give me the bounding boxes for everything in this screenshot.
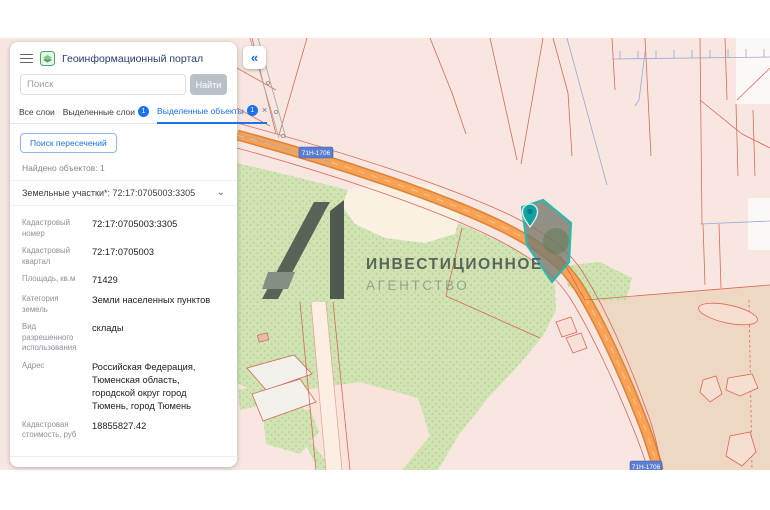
tab-selected-layers[interactable]: Выделенные слои 1	[63, 106, 149, 123]
road-label-bottom: 71Н-1706	[630, 461, 662, 470]
panel-header: Геоинформационный портал	[10, 42, 237, 74]
parcel-tree-cover	[543, 228, 569, 254]
portal-logo-icon	[40, 51, 55, 66]
app-title: Геоинформационный портал	[62, 53, 203, 65]
detail-value: 72:17:0705003	[92, 246, 154, 267]
detail-row: Площадь, кв.м 71429	[22, 274, 225, 287]
page: 71Н-1706 71Н-1706 ИНВЕСТИЦИОННОЕ АГЕНТСТ…	[0, 0, 770, 510]
road-label-top: 71Н-1706	[299, 147, 333, 158]
found-objects-count: Найдено объектов: 1	[10, 155, 237, 181]
search-input[interactable]	[20, 74, 186, 95]
parcel-section-title: Земельные участки*: 72:17:0705003:3305	[22, 188, 195, 198]
detail-value: 71429	[92, 274, 118, 287]
map-empty-area	[748, 198, 770, 250]
detail-row: Кадастровая стоимость, руб 18855827.42	[22, 420, 225, 441]
tab-label: Выделенные слои	[63, 107, 135, 117]
detail-value: Земли населенных пунктов	[92, 294, 210, 315]
detail-value: 72:17:0705003:3305	[92, 218, 177, 239]
tab-bar: Все слои Выделенные слои 1 Выделенные об…	[10, 95, 237, 124]
selected-objects-count-badge: 1	[247, 105, 258, 116]
tab-label: Все слои	[19, 107, 55, 117]
detail-row: Кадастровый квартал 72:17:0705003	[22, 246, 225, 267]
tab-all-layers[interactable]: Все слои	[19, 107, 55, 123]
close-tab-icon[interactable]: ×	[262, 105, 268, 116]
tab-selected-objects[interactable]: Выделенные объекты 1 ×	[157, 105, 267, 124]
info-panel: Геоинформационный портал Найти Все слои …	[10, 42, 237, 467]
detail-label: Адрес	[22, 361, 92, 413]
map-empty-area	[736, 38, 770, 104]
detail-label: Вид разрешенного использования	[22, 322, 92, 354]
parcel-details: Кадастровый номер 72:17:0705003:3305 Кад…	[10, 206, 237, 457]
detail-label: Кадастровый квартал	[22, 246, 92, 267]
collapse-panel-button[interactable]: «	[243, 46, 266, 69]
selected-layers-count-badge: 1	[138, 106, 149, 117]
search-bar: Найти	[10, 74, 237, 95]
detail-label: Площадь, кв.м	[22, 274, 92, 287]
svg-text:71Н-1706: 71Н-1706	[302, 150, 331, 157]
search-intersections-button[interactable]: Поиск пересечений	[20, 133, 117, 153]
svg-text:71Н-1706: 71Н-1706	[632, 464, 661, 470]
collapse-icon: «	[251, 50, 258, 65]
detail-value: 18855827.42	[92, 420, 146, 441]
detail-label: Кадастровая стоимость, руб	[22, 420, 92, 441]
parcel-section-header[interactable]: Земельные участки*: 72:17:0705003:3305 ⌄	[10, 181, 237, 206]
detail-row: Вид разрешенного использования склады	[22, 322, 225, 354]
chevron-down-icon[interactable]: ⌄	[217, 190, 225, 196]
detail-label: Кадастровый номер	[22, 218, 92, 239]
detail-row: Категория земель Земли населенных пункто…	[22, 294, 225, 315]
detail-label: Категория земель	[22, 294, 92, 315]
detail-row: Кадастровый номер 72:17:0705003:3305	[22, 218, 225, 239]
detail-value: Российская Федерация, Тюменская область,…	[92, 361, 225, 413]
tab-label: Выделенные объекты	[157, 106, 244, 116]
menu-icon[interactable]	[20, 54, 33, 64]
detail-value: склады	[92, 322, 124, 354]
search-button[interactable]: Найти	[190, 74, 227, 95]
detail-row: Адрес Российская Федерация, Тюменская об…	[22, 361, 225, 413]
